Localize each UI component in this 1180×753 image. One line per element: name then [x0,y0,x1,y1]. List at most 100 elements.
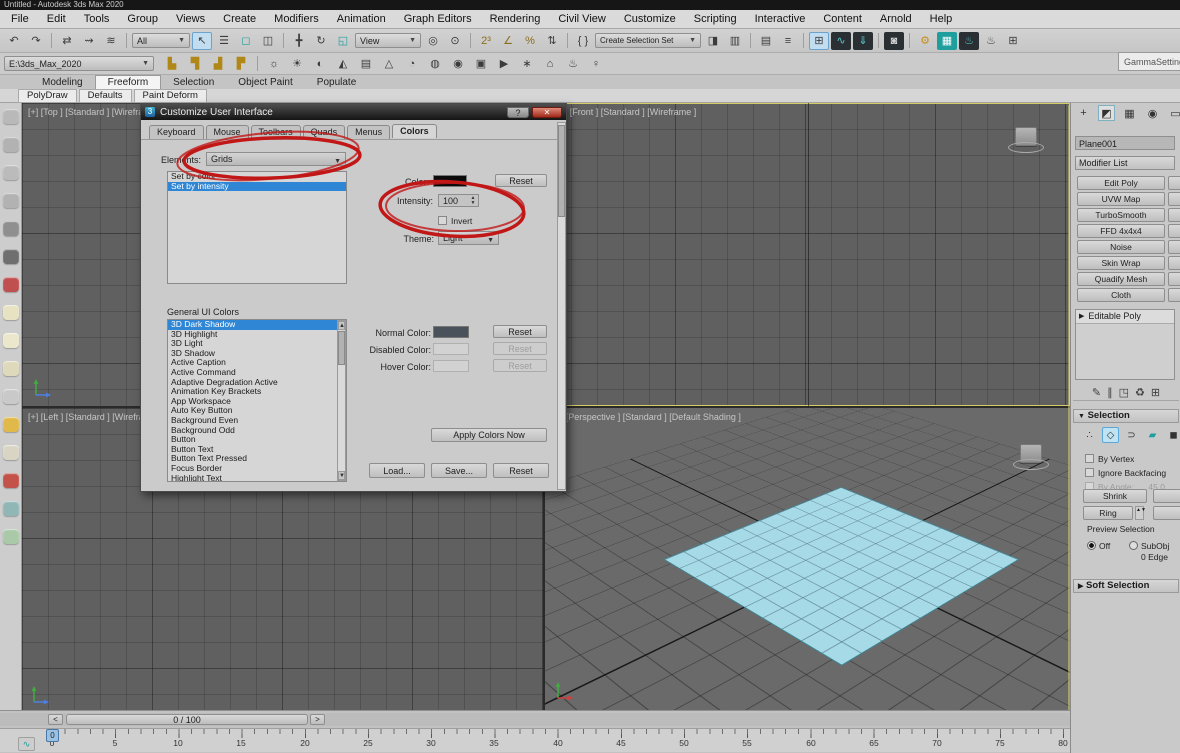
modifier-button[interactable]: Quadify Mesh [1077,272,1165,286]
menu-item[interactable]: Scripting [685,13,746,25]
ring-button[interactable]: Ring [1083,506,1133,520]
modifier-button-partial[interactable] [1168,240,1180,254]
elements-dropdown[interactable]: Grids ▼ [206,152,346,166]
spinner-arrows-icon[interactable]: ▲▼ [469,195,477,206]
rectangular-selection-region-icon[interactable]: ◻ [236,32,256,50]
ribbon-toggle-icon[interactable]: ⊞ [809,32,829,50]
audio-icon[interactable]: ◭ [333,55,353,73]
checkbox-icon[interactable] [438,216,447,225]
modifier-button[interactable]: Edit Poly [1077,176,1165,190]
toolbar-icon[interactable] [803,33,804,48]
invert-checkbox[interactable]: Invert [438,211,472,229]
torus-icon[interactable]: ◍ [425,55,445,73]
dialog-tab[interactable]: Mouse [206,125,249,139]
toolbar-icon[interactable] [126,33,127,48]
toolbar-icon[interactable] [567,33,568,48]
ribbon-tool-icon[interactable] [3,305,19,320]
modifier-button-partial[interactable] [1168,256,1180,270]
dialog-tab[interactable]: Quads [303,125,346,139]
ui-colors-list[interactable]: 3D Dark Shadow3D Highlight3D Light3D Sha… [167,319,347,482]
selection-rollout-header[interactable]: ▼ Selection [1073,409,1179,423]
ribbon-tool-icon[interactable] [3,445,19,460]
shrink-button[interactable]: Shrink [1083,489,1147,503]
render-setup-icon[interactable]: ⚙ [915,32,935,50]
ribbon-tool-icon[interactable] [3,221,19,236]
menu-item[interactable]: Views [167,13,214,25]
toolbar-icon[interactable] [878,33,879,48]
sun-positioner-icon[interactable]: ☀ [287,55,307,73]
modifier-button[interactable]: Skin Wrap [1077,256,1165,270]
checkbox-icon[interactable] [1085,468,1094,477]
select-object-icon[interactable]: ↖ [192,32,212,50]
ribbon-subtab[interactable]: PolyDraw [18,89,77,103]
cone-icon[interactable]: △ [379,55,399,73]
use-pivot-point-icon[interactable]: ◎ [423,32,443,50]
named-selection-set-b-icon[interactable]: ▜ [185,55,205,73]
toolbar-icon[interactable] [750,33,751,48]
mirror-icon[interactable]: ◨ [703,32,723,50]
color-reset-button[interactable]: Reset [495,174,547,187]
ribbon-tool-icon[interactable] [3,137,19,152]
select-and-move-icon[interactable]: ╋ [289,32,309,50]
named-selection-set-d-icon[interactable]: ▛ [231,55,251,73]
viewcube-icon[interactable] [1015,127,1037,146]
create-selection-set-dropdown[interactable]: Create Selection Set▼ [595,33,701,48]
time-slider-thumb[interactable]: 0 / 100 [66,714,308,725]
ribbon-tool-icon[interactable] [3,417,19,432]
curve-editor-icon[interactable]: ∿ [831,32,851,50]
redo-icon[interactable]: ↷ [26,32,46,50]
set-mode-list[interactable]: Set by colorSet by intensity [167,171,347,284]
menu-item[interactable]: Content [814,13,871,25]
modifier-button[interactable]: TurboSmooth [1077,208,1165,222]
motion-tab-icon[interactable]: ◉ [1144,105,1161,121]
pin-stack-icon[interactable]: ✎ [1092,386,1101,399]
gamma-settings-notice[interactable]: GammaSetting [1118,52,1180,71]
ribbon-tab[interactable]: Modeling [30,76,95,89]
schematic-view-icon[interactable]: ⇓ [853,32,873,50]
bind-to-space-warp-icon[interactable]: ≋ [101,32,121,50]
undo-icon[interactable]: ↶ [4,32,24,50]
dialog-close-button[interactable]: ✕ [532,107,562,118]
light-icon[interactable]: ☼ [264,55,284,73]
modifier-button[interactable]: FFD 4x4x4 [1077,224,1165,238]
modifier-list-dropdown[interactable]: Modifier List [1075,156,1175,170]
edit-named-selection-sets-icon[interactable]: { } [573,32,593,50]
remove-modifier-icon[interactable]: ♻ [1135,386,1145,399]
select-and-link-icon[interactable]: ⇄ [57,32,77,50]
menu-item[interactable]: Edit [38,13,75,25]
spinner-snap-icon[interactable]: ⇅ [542,32,562,50]
menu-item[interactable]: Animation [328,13,395,25]
configure-modifier-sets-icon[interactable]: ⊞ [1151,386,1160,399]
intensity-spinner[interactable]: 100 ▲▼ [438,194,479,207]
camera-icon[interactable]: ◐ [310,55,330,73]
layer-explorer-icon[interactable]: ≡ [778,32,798,50]
menu-item[interactable]: File [2,13,38,25]
make-unique-icon[interactable]: ◳ [1119,386,1129,399]
color-swatch[interactable] [433,175,467,187]
theme-dropdown[interactable]: Light ▼ [438,231,499,245]
border-icon[interactable]: ⊃ [1123,427,1140,443]
scene-explorer-icon[interactable]: ▤ [756,32,776,50]
ribbon-tool-icon[interactable] [3,333,19,348]
menu-item[interactable]: Customize [615,13,685,25]
vertex-icon[interactable]: ∴ [1081,427,1098,443]
menu-item[interactable]: Tools [75,13,119,25]
reference-coordinate-dropdown[interactable]: View▼ [355,33,421,48]
clock-icon[interactable]: ◔ [402,55,422,73]
ribbon-tab[interactable]: Populate [305,76,368,89]
ribbon-subtab[interactable]: Defaults [79,89,132,103]
toolbar-icon[interactable] [283,33,284,48]
material-editor-icon[interactable]: ◙ [884,32,904,50]
modifier-button-partial[interactable] [1168,288,1180,302]
edge-icon[interactable]: ◇ [1102,427,1119,443]
select-and-scale-icon[interactable]: ◱ [333,32,353,50]
ribbon-tool-icon[interactable] [3,109,19,124]
dialog-tab[interactable]: Keyboard [149,125,204,139]
soft-selection-rollout-header[interactable]: ▶ Soft Selection [1073,579,1179,593]
modifier-button-partial[interactable] [1168,192,1180,206]
modifier-button-partial[interactable] [1168,224,1180,238]
scrollbar-thumb[interactable] [558,125,565,217]
video-post-icon[interactable]: ▶ [494,55,514,73]
toolbar-icon[interactable] [51,33,52,48]
radio-icon[interactable] [1129,541,1138,550]
